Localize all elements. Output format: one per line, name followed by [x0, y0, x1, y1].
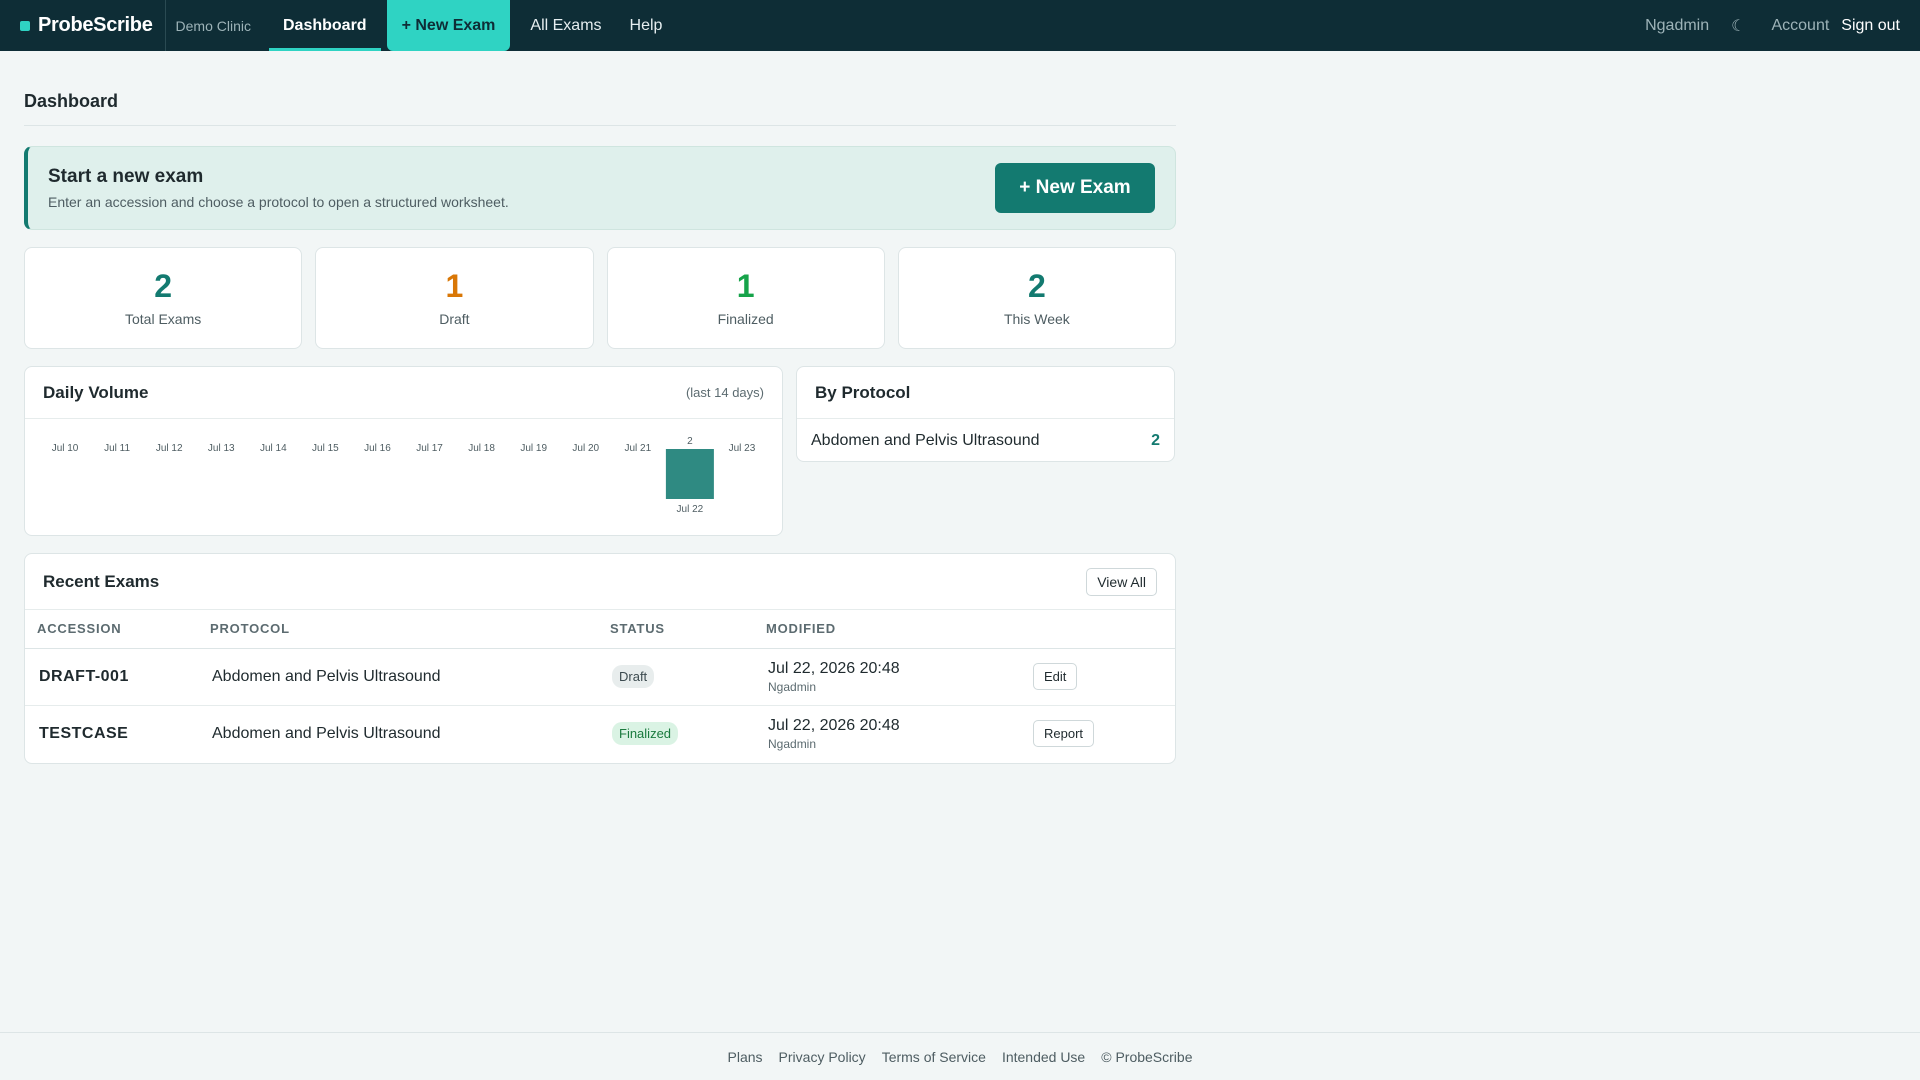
x-tick-label: Jul 21: [624, 443, 651, 454]
table-header-row: ACCESSION PROTOCOL STATUS MODIFIED: [25, 610, 1175, 649]
sign-out-link[interactable]: Sign out: [1841, 17, 1900, 35]
new-exam-button[interactable]: + New Exam: [995, 163, 1155, 213]
x-tick-label: Jul 23: [729, 443, 756, 454]
stat-label: Draft: [439, 311, 470, 327]
x-tick-label: Jul 10: [52, 443, 79, 454]
daily-volume-range-note: (last 14 days): [685, 385, 764, 400]
table-row[interactable]: TESTCASE Abdomen and Pelvis Ultrasound F…: [25, 705, 1175, 762]
accession-cell: TESTCASE: [39, 724, 129, 742]
nav-help[interactable]: Help: [616, 0, 677, 51]
nav-all-exams[interactable]: All Exams: [516, 0, 615, 51]
banner-title: Start a new exam: [48, 166, 204, 187]
table-row[interactable]: DRAFT-001 Abdomen and Pelvis Ultrasound …: [25, 648, 1175, 706]
new-exam-banner: Start a new exam Enter an accession and …: [24, 146, 1176, 230]
footer-link-intended-use[interactable]: Intended Use: [1002, 1049, 1085, 1065]
stat-label: This Week: [1003, 311, 1070, 327]
nav-new-exam-button[interactable]: + New Exam: [386, 0, 511, 51]
protocol-cell: Abdomen and Pelvis Ultrasound: [212, 724, 441, 742]
clinic-name: Demo Clinic: [164, 0, 261, 51]
brand-logo[interactable]: ProbeScribe: [0, 0, 153, 51]
recent-exams-table: ACCESSION PROTOCOL STATUS MODIFIED DRAFT…: [25, 610, 1175, 762]
theme-toggle-moon-icon[interactable]: ☾: [1731, 16, 1745, 36]
column-header-status[interactable]: STATUS: [610, 610, 766, 649]
x-tick-label: Jul 18: [468, 443, 495, 454]
accession-cell: DRAFT-001: [25, 648, 210, 706]
column-header-accession[interactable]: ACCESSION: [25, 610, 210, 649]
page-title: Dashboard: [24, 91, 1176, 126]
footer-copyright: © ProbeScribe: [1101, 1048, 1193, 1065]
stat-value: 2: [1027, 268, 1046, 304]
modified-date: Jul 22, 2026 20:48: [768, 659, 900, 677]
x-tick-label: Jul 19: [520, 443, 547, 454]
footer-link-terms-of-service[interactable]: Terms of Service: [882, 1049, 986, 1065]
nav-account[interactable]: Account: [1771, 17, 1829, 35]
edit-button[interactable]: Edit: [1033, 663, 1078, 690]
brand-dot-icon: [20, 20, 30, 31]
stat-value: 1: [736, 268, 755, 304]
stats-row: 2 Total Exams 1 Draft 1 Finalized 2 This…: [24, 247, 1176, 349]
recent-exams-card: Recent Exams View All ACCESSION PROTOCOL…: [24, 553, 1176, 764]
stat-card-this-week: 2 This Week: [897, 247, 1176, 349]
stat-card-draft: 1 Draft: [315, 247, 594, 349]
daily-volume-chart: Jul 10 Jul 11 Jul 12 Jul 13 Jul 14 Jul 15 Jul …: [25, 419, 782, 535]
stat-value: 2: [154, 268, 173, 304]
current-user: Ngadmin: [1645, 16, 1710, 34]
x-tick-label: Jul 22: [677, 504, 704, 515]
x-tick-label: Jul 16: [364, 443, 391, 454]
column-header-actions: [1033, 610, 1175, 649]
volume-bar-value-label: 2: [687, 436, 693, 447]
banner-subtitle: Enter an accession and choose a protocol…: [48, 194, 509, 210]
top-navbar: ProbeScribe Demo Clinic Dashboard + New …: [0, 0, 1920, 51]
daily-volume-chart-svg: Jul 10 Jul 11 Jul 12 Jul 13 Jul 14 Jul 15 Jul …: [52, 436, 756, 515]
protocol-cell: Abdomen and Pelvis Ultrasound: [210, 648, 610, 706]
column-header-modified[interactable]: MODIFIED: [766, 610, 1033, 649]
stat-value: 1: [445, 268, 464, 304]
stat-card-finalized: 1 Finalized: [606, 247, 885, 349]
x-tick-label: Jul 15: [312, 443, 339, 454]
daily-volume-title: Daily Volume: [43, 382, 149, 402]
footer: Plans Privacy Policy Terms of Service In…: [0, 1032, 1920, 1080]
by-protocol-card: By Protocol Abdomen and Pelvis Ultrasoun…: [796, 366, 1175, 462]
column-header-protocol[interactable]: PROTOCOL: [210, 610, 610, 649]
modified-date: Jul 22, 2026 20:48: [768, 716, 900, 734]
by-protocol-title: By Protocol: [815, 382, 911, 402]
stat-label: Finalized: [717, 311, 774, 327]
x-tick-label: Jul 12: [156, 443, 183, 454]
footer-link-plans[interactable]: Plans: [728, 1049, 763, 1065]
nav-dashboard[interactable]: Dashboard: [269, 0, 381, 51]
modified-by: Ngadmin: [768, 736, 817, 751]
stat-card-total-exams: 2 Total Exams: [24, 247, 303, 349]
report-button[interactable]: Report: [1033, 720, 1095, 748]
status-badge: Finalized: [612, 722, 679, 746]
brand-name: ProbeScribe: [38, 14, 153, 36]
x-tick-label: Jul 13: [208, 443, 235, 454]
protocol-row[interactable]: Abdomen and Pelvis Ultrasound 2: [797, 419, 1174, 462]
stat-label: Total Exams: [125, 311, 202, 327]
volume-bar: [665, 449, 714, 499]
footer-link-privacy-policy[interactable]: Privacy Policy: [779, 1049, 866, 1065]
protocol-name: Abdomen and Pelvis Ultrasound: [811, 431, 1040, 449]
x-tick-label: Jul 14: [260, 443, 287, 454]
status-badge: Draft: [612, 665, 655, 688]
protocol-count: 2: [1151, 431, 1160, 449]
x-tick-label: Jul 20: [572, 443, 599, 454]
daily-volume-card: Daily Volume (last 14 days) Jul 10 Jul 11…: [24, 366, 783, 536]
view-all-button[interactable]: View All: [1086, 567, 1157, 596]
x-tick-label: Jul 11: [104, 443, 130, 454]
main-content: Dashboard Start a new exam Enter an acce…: [24, 51, 1176, 764]
modified-by: Ngadmin: [768, 679, 817, 694]
x-tick-label: Jul 17: [416, 443, 443, 454]
recent-exams-title: Recent Exams: [43, 571, 160, 591]
